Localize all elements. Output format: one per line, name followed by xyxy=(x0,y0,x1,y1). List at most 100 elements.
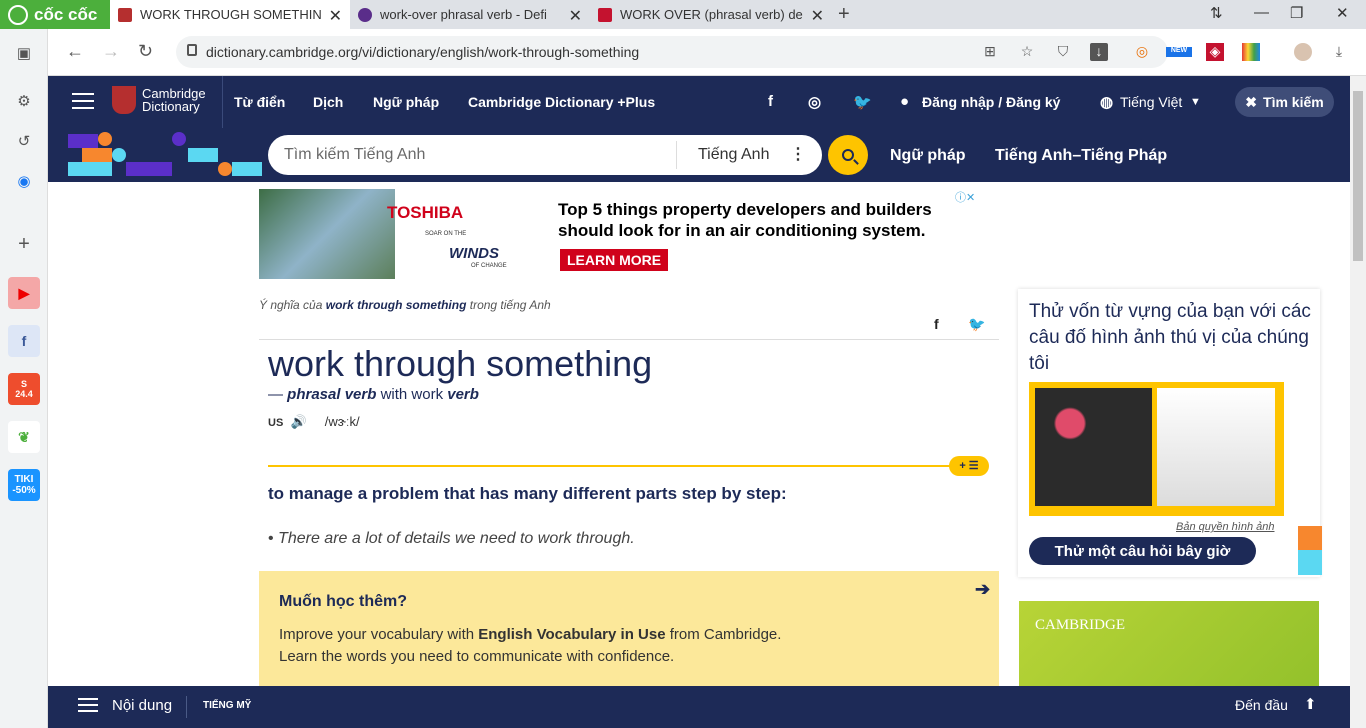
close-window-icon[interactable]: ✕ xyxy=(1336,4,1349,22)
arrow-right-icon[interactable]: ➔ xyxy=(975,579,990,600)
cambridge-logo[interactable]: Cambridge Dictionary xyxy=(112,86,206,114)
add-to-wordlist-button[interactable]: + ☰ xyxy=(949,456,989,476)
learn-more-box[interactable]: Muốn học thêm? Improve your vocabulary w… xyxy=(259,571,999,691)
page-scrollbar[interactable] xyxy=(1350,76,1366,728)
shopee-icon[interactable]: S 24.4 xyxy=(8,373,40,405)
nav-plus[interactable]: Cambridge Dictionary +Plus xyxy=(468,94,655,110)
search-language-selector[interactable]: Tiếng Anh xyxy=(698,146,769,164)
extension-circle-icon[interactable]: ◎ xyxy=(1133,43,1151,61)
tab-title: work-over phrasal verb - Defi xyxy=(380,7,547,22)
nav-grammar[interactable]: Ngữ pháp xyxy=(373,94,439,110)
lock-icon xyxy=(187,44,197,56)
tiki-icon[interactable]: TIKI -50% xyxy=(8,469,40,501)
language-selector[interactable]: Tiếng Việt xyxy=(1120,94,1182,110)
translate-icon[interactable]: ⊞ xyxy=(981,43,999,61)
quiz-title: Thử vốn từ vựng của bạn với các câu đố h… xyxy=(1029,301,1311,374)
example-sentence: • There are a lot of details we need to … xyxy=(268,530,635,548)
more-options-icon[interactable]: ⋮ xyxy=(790,144,806,164)
messenger-icon[interactable]: ◉ xyxy=(12,169,36,193)
new-tab-icon[interactable]: + xyxy=(838,3,850,26)
search-toggle-label: Tìm kiếm xyxy=(1263,94,1324,110)
decor-block xyxy=(232,162,262,176)
paint-palette-image[interactable] xyxy=(1035,388,1152,506)
header-divider xyxy=(222,76,223,128)
tiki-discount: -50% xyxy=(12,485,36,496)
english-french-link[interactable]: Tiếng Anh–Tiếng Pháp xyxy=(995,147,1167,165)
nav-dictionary[interactable]: Từ điển xyxy=(234,94,285,110)
coccoc-brand-button[interactable]: cốc cốc xyxy=(0,0,110,29)
crumb-post: trong tiếng Anh xyxy=(469,298,551,312)
search-input[interactable]: Tìm kiếm Tiếng Anh Tiếng Anh ⋮ xyxy=(268,135,822,175)
tab-work-over-definition[interactable]: work-over phrasal verb - Defi ✕ xyxy=(350,0,590,29)
close-tab-icon[interactable]: ✕ xyxy=(569,6,582,26)
red-extension-icon[interactable]: ◈ xyxy=(1206,43,1224,61)
search-toggle-button[interactable]: ✖ Tìm kiếm xyxy=(1235,87,1334,117)
add-app-icon[interactable]: + xyxy=(12,232,36,256)
cambridge-favicon-icon xyxy=(118,7,132,22)
globe-icon: ◍ xyxy=(1100,94,1114,111)
menu-icon[interactable] xyxy=(72,93,94,109)
new-extension-badge[interactable]: NEW xyxy=(1166,47,1192,57)
history-icon[interactable]: ↺ xyxy=(12,129,36,153)
decor-block xyxy=(1298,550,1322,575)
contents-menu-icon[interactable] xyxy=(78,698,98,712)
speaker-icon[interactable]: 🔊 xyxy=(291,414,307,429)
advertisement-banner[interactable]: TOSHIBA SOAR ON THE WINDS OF CHANGE Top … xyxy=(259,189,989,279)
profile-avatar[interactable] xyxy=(1294,43,1312,61)
contents-link[interactable]: Nội dung xyxy=(112,697,172,714)
search-placeholder: Tìm kiếm Tiếng Anh xyxy=(284,146,426,163)
bottom-bar: Nội dung TIẾNG MỸ Đến đầu ⬆ xyxy=(48,686,1350,728)
bookmark-star-icon[interactable]: ☆ xyxy=(1018,43,1036,61)
part-of-speech: — phrasal verb with work verb xyxy=(268,386,479,403)
pos-with: with work xyxy=(380,386,444,403)
minimize-icon[interactable]: — xyxy=(1254,4,1269,21)
share-facebook-icon[interactable]: f xyxy=(934,316,939,332)
tab-work-over-phrasal[interactable]: WORK OVER (phrasal verb) de ✕ xyxy=(590,0,832,29)
try-quiz-button[interactable]: Thử một câu hỏi bây giờ xyxy=(1029,537,1256,565)
url-text: dictionary.cambridge.org/vi/dictionary/e… xyxy=(206,44,640,60)
twitter-icon[interactable]: 🐦 xyxy=(853,93,872,111)
decor-block xyxy=(188,148,218,162)
region-link[interactable]: TIẾNG MỸ xyxy=(203,700,251,711)
breadcrumb: Ý nghĩa của work through something trong… xyxy=(259,298,551,312)
instagram-icon[interactable]: ◎ xyxy=(808,93,821,111)
ad-headline: Top 5 things property developers and bui… xyxy=(558,200,932,240)
ad-info-close-icon[interactable]: ⓘ✕ xyxy=(955,189,975,205)
tiki-label: TIKI xyxy=(14,474,34,485)
close-tab-icon[interactable]: ✕ xyxy=(811,6,824,26)
shield-icon[interactable]: ⛉ xyxy=(1054,43,1072,61)
downloads-arrow-icon[interactable]: ⤓ xyxy=(1330,43,1348,61)
ad-tagline-big: WINDS xyxy=(449,245,499,262)
youtube-icon[interactable]: ▶ xyxy=(8,277,40,309)
restore-icon[interactable]: ❐ xyxy=(1290,4,1303,22)
quiz-card: Thử vốn từ vựng của bạn với các câu đố h… xyxy=(1018,289,1320,577)
login-link[interactable]: Đăng nhập / Đăng ký xyxy=(922,94,1060,110)
ad-learn-more-button[interactable]: LEARN MORE xyxy=(560,249,669,271)
crumb-word: work through something xyxy=(325,298,467,312)
download-icon[interactable]: ↓ xyxy=(1090,43,1108,61)
scrollbar-thumb[interactable] xyxy=(1353,91,1363,261)
sidebar-toggle-icon[interactable]: ▣ xyxy=(12,41,36,65)
nav-translate[interactable]: Dịch xyxy=(313,94,343,110)
cambridge-ad-brand: CAMBRIDGE xyxy=(1035,617,1126,633)
decor-block xyxy=(126,162,172,176)
back-to-top-link[interactable]: Đến đầu xyxy=(1235,697,1288,713)
color-extension-icon[interactable] xyxy=(1242,43,1260,61)
sewing-machine-image[interactable] xyxy=(1157,388,1275,506)
tab-work-through[interactable]: WORK THROUGH SOMETHIN ✕ xyxy=(110,0,350,29)
leaf-app-icon[interactable]: ❦ xyxy=(8,421,40,453)
reload-icon[interactable]: ↻ xyxy=(138,41,153,62)
settings-gear-icon[interactable]: ⚙ xyxy=(12,89,36,113)
tab-search-icon[interactable]: ⇅ xyxy=(1210,4,1223,22)
facebook-icon[interactable]: f xyxy=(768,93,773,110)
image-copyright-link[interactable]: Bản quyền hình ảnh xyxy=(1176,521,1274,533)
facebook-icon[interactable]: f xyxy=(8,325,40,357)
search-submit-button[interactable] xyxy=(828,135,868,175)
grammar-link[interactable]: Ngữ pháp xyxy=(890,147,966,165)
back-arrow-icon[interactable]: ← xyxy=(66,41,84,62)
chevron-down-icon: ▼ xyxy=(1190,96,1201,108)
close-tab-icon[interactable]: ✕ xyxy=(329,6,342,26)
forward-arrow-icon[interactable]: → xyxy=(102,41,120,62)
arrow-up-icon[interactable]: ⬆ xyxy=(1304,695,1317,713)
share-twitter-icon[interactable]: 🐦 xyxy=(968,316,985,333)
